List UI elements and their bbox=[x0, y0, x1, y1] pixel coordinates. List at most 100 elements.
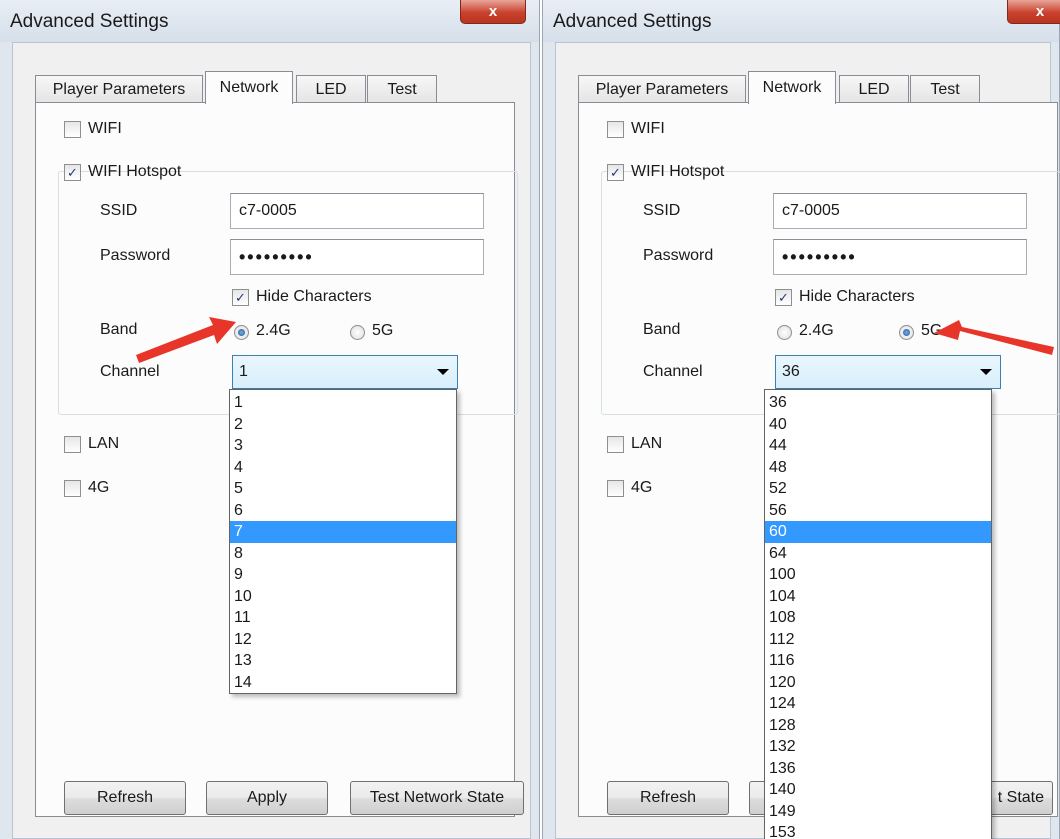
password-label: Password bbox=[643, 247, 714, 264]
channel-option[interactable]: 8 bbox=[230, 543, 456, 565]
tab-test[interactable]: Test bbox=[367, 75, 437, 103]
channel-select-value: 36 bbox=[782, 363, 800, 380]
lan-checkbox[interactable] bbox=[64, 436, 81, 453]
wifi-hotspot-label: WIFI Hotspot bbox=[631, 163, 725, 180]
4g-checkbox[interactable] bbox=[64, 480, 81, 497]
channel-option[interactable]: 52 bbox=[765, 478, 991, 500]
hide-characters-label: Hide Characters bbox=[799, 288, 915, 305]
chevron-down-icon[interactable] bbox=[980, 369, 992, 375]
password-input[interactable]: ••••••••• bbox=[230, 239, 484, 275]
wifi-hotspot-label: WIFI Hotspot bbox=[88, 163, 182, 180]
tab-led[interactable]: LED bbox=[839, 75, 909, 103]
hide-characters-label: Hide Characters bbox=[256, 288, 372, 305]
channel-option[interactable]: 60 bbox=[765, 521, 991, 543]
tab-led[interactable]: LED bbox=[296, 75, 366, 103]
channel-select[interactable]: 36 bbox=[775, 355, 1001, 389]
chevron-down-icon[interactable] bbox=[437, 369, 449, 375]
4g-label: 4G bbox=[631, 479, 653, 496]
tab-network[interactable]: Network bbox=[205, 71, 293, 104]
channel-dropdown-list[interactable]: 1 2 3 4 5 6 7 8 9 10 11 12 13 14 bbox=[229, 389, 457, 694]
channel-option[interactable]: 64 bbox=[765, 543, 991, 565]
tab-network[interactable]: Network bbox=[748, 71, 836, 104]
channel-option[interactable]: 9 bbox=[230, 564, 456, 586]
close-button[interactable]: x bbox=[1007, 0, 1060, 24]
channel-option[interactable]: 4 bbox=[230, 457, 456, 479]
test-network-state-button[interactable]: Test Network State bbox=[350, 781, 524, 815]
channel-option[interactable]: 136 bbox=[765, 758, 991, 780]
channel-option[interactable]: 1 bbox=[230, 392, 456, 414]
wifi-label: WIFI bbox=[88, 120, 122, 137]
4g-label: 4G bbox=[88, 479, 110, 496]
password-label: Password bbox=[100, 247, 171, 264]
close-button[interactable]: x bbox=[460, 0, 526, 24]
window-title: Advanced Settings bbox=[553, 11, 712, 32]
channel-option[interactable]: 120 bbox=[765, 672, 991, 694]
title-bar[interactable]: Advanced Settings x bbox=[543, 0, 1060, 42]
apply-button[interactable]: Apply bbox=[206, 781, 328, 815]
channel-option[interactable]: 2 bbox=[230, 414, 456, 436]
tab-strip: Player Parameters Network LED Test bbox=[35, 71, 455, 104]
close-icon: x bbox=[488, 3, 498, 20]
wifi-hotspot-checkbox[interactable]: ✓ bbox=[607, 164, 624, 181]
channel-option[interactable]: 10 bbox=[230, 586, 456, 608]
ssid-label: SSID bbox=[100, 202, 138, 219]
refresh-button[interactable]: Refresh bbox=[64, 781, 186, 815]
channel-option[interactable]: 14 bbox=[230, 672, 456, 694]
channel-option[interactable]: 149 bbox=[765, 801, 991, 823]
lan-checkbox[interactable] bbox=[607, 436, 624, 453]
tab-player-parameters[interactable]: Player Parameters bbox=[578, 75, 746, 103]
channel-dropdown-list[interactable]: 36 40 44 48 52 56 60 64 100 104 108 112 116 120 124 128… bbox=[764, 389, 992, 839]
ssid-input[interactable]: c7-0005 bbox=[773, 193, 1027, 229]
band-5g-radio[interactable] bbox=[899, 325, 914, 340]
band-label: Band bbox=[100, 321, 138, 338]
lan-label: LAN bbox=[88, 435, 120, 452]
hide-characters-checkbox[interactable]: ✓ bbox=[775, 289, 792, 306]
channel-option[interactable]: 100 bbox=[765, 564, 991, 586]
wifi-checkbox[interactable] bbox=[64, 121, 81, 138]
channel-label: Channel bbox=[100, 363, 160, 380]
channel-option[interactable]: 6 bbox=[230, 500, 456, 522]
channel-option[interactable]: 124 bbox=[765, 693, 991, 715]
band-2-4g-label: 2.4G bbox=[256, 322, 291, 339]
title-bar[interactable]: Advanced Settings x bbox=[0, 0, 539, 42]
wifi-checkbox[interactable] bbox=[607, 121, 624, 138]
band-5g-radio[interactable] bbox=[350, 325, 365, 340]
channel-option[interactable]: 11 bbox=[230, 607, 456, 629]
tab-strip: Player Parameters Network LED Test bbox=[578, 71, 998, 104]
channel-option[interactable]: 5 bbox=[230, 478, 456, 500]
ssid-label: SSID bbox=[643, 202, 681, 219]
tab-player-parameters[interactable]: Player Parameters bbox=[35, 75, 203, 103]
password-input[interactable]: ••••••••• bbox=[773, 239, 1027, 275]
channel-option[interactable]: 132 bbox=[765, 736, 991, 758]
tab-test[interactable]: Test bbox=[910, 75, 980, 103]
channel-option[interactable]: 104 bbox=[765, 586, 991, 608]
close-icon: x bbox=[1035, 3, 1045, 20]
channel-option[interactable]: 7 bbox=[230, 521, 456, 543]
channel-option[interactable]: 112 bbox=[765, 629, 991, 651]
band-label: Band bbox=[643, 321, 681, 338]
channel-option[interactable]: 56 bbox=[765, 500, 991, 522]
wifi-hotspot-checkbox[interactable]: ✓ bbox=[64, 164, 81, 181]
channel-select-value: 1 bbox=[239, 363, 248, 380]
channel-option[interactable]: 153 bbox=[765, 822, 991, 839]
channel-option[interactable]: 3 bbox=[230, 435, 456, 457]
wifi-label: WIFI bbox=[631, 120, 665, 137]
hide-characters-checkbox[interactable]: ✓ bbox=[232, 289, 249, 306]
channel-option[interactable]: 36 bbox=[765, 392, 991, 414]
refresh-button[interactable]: Refresh bbox=[607, 781, 729, 815]
channel-option[interactable]: 13 bbox=[230, 650, 456, 672]
band-2-4g-radio[interactable] bbox=[234, 325, 249, 340]
channel-option[interactable]: 48 bbox=[765, 457, 991, 479]
band-5g-label: 5G bbox=[921, 322, 943, 339]
4g-checkbox[interactable] bbox=[607, 480, 624, 497]
band-2-4g-radio[interactable] bbox=[777, 325, 792, 340]
channel-select[interactable]: 1 bbox=[232, 355, 458, 389]
channel-option[interactable]: 116 bbox=[765, 650, 991, 672]
channel-option[interactable]: 140 bbox=[765, 779, 991, 801]
channel-option[interactable]: 108 bbox=[765, 607, 991, 629]
channel-option[interactable]: 40 bbox=[765, 414, 991, 436]
channel-option[interactable]: 44 bbox=[765, 435, 991, 457]
ssid-input[interactable]: c7-0005 bbox=[230, 193, 484, 229]
channel-option[interactable]: 128 bbox=[765, 715, 991, 737]
channel-option[interactable]: 12 bbox=[230, 629, 456, 651]
